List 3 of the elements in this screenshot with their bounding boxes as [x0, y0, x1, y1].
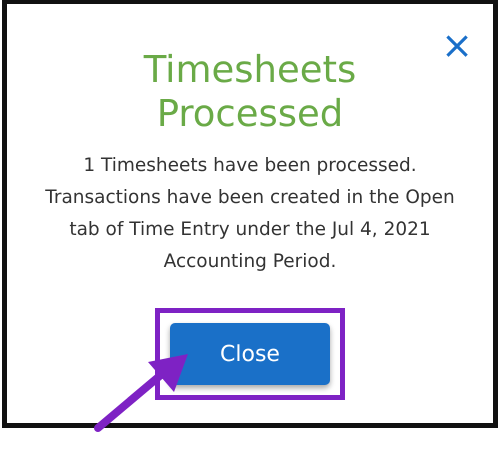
dialog-message: 1 Timesheets have been processed. Transactions have been created in the Open tab of Time Entry under the Jul 4, 2021 Accounting Period. — [44, 154, 456, 274]
dialog-title: Timesheets Processed — [142, 48, 358, 136]
close-button[interactable]: Close — [170, 323, 330, 385]
